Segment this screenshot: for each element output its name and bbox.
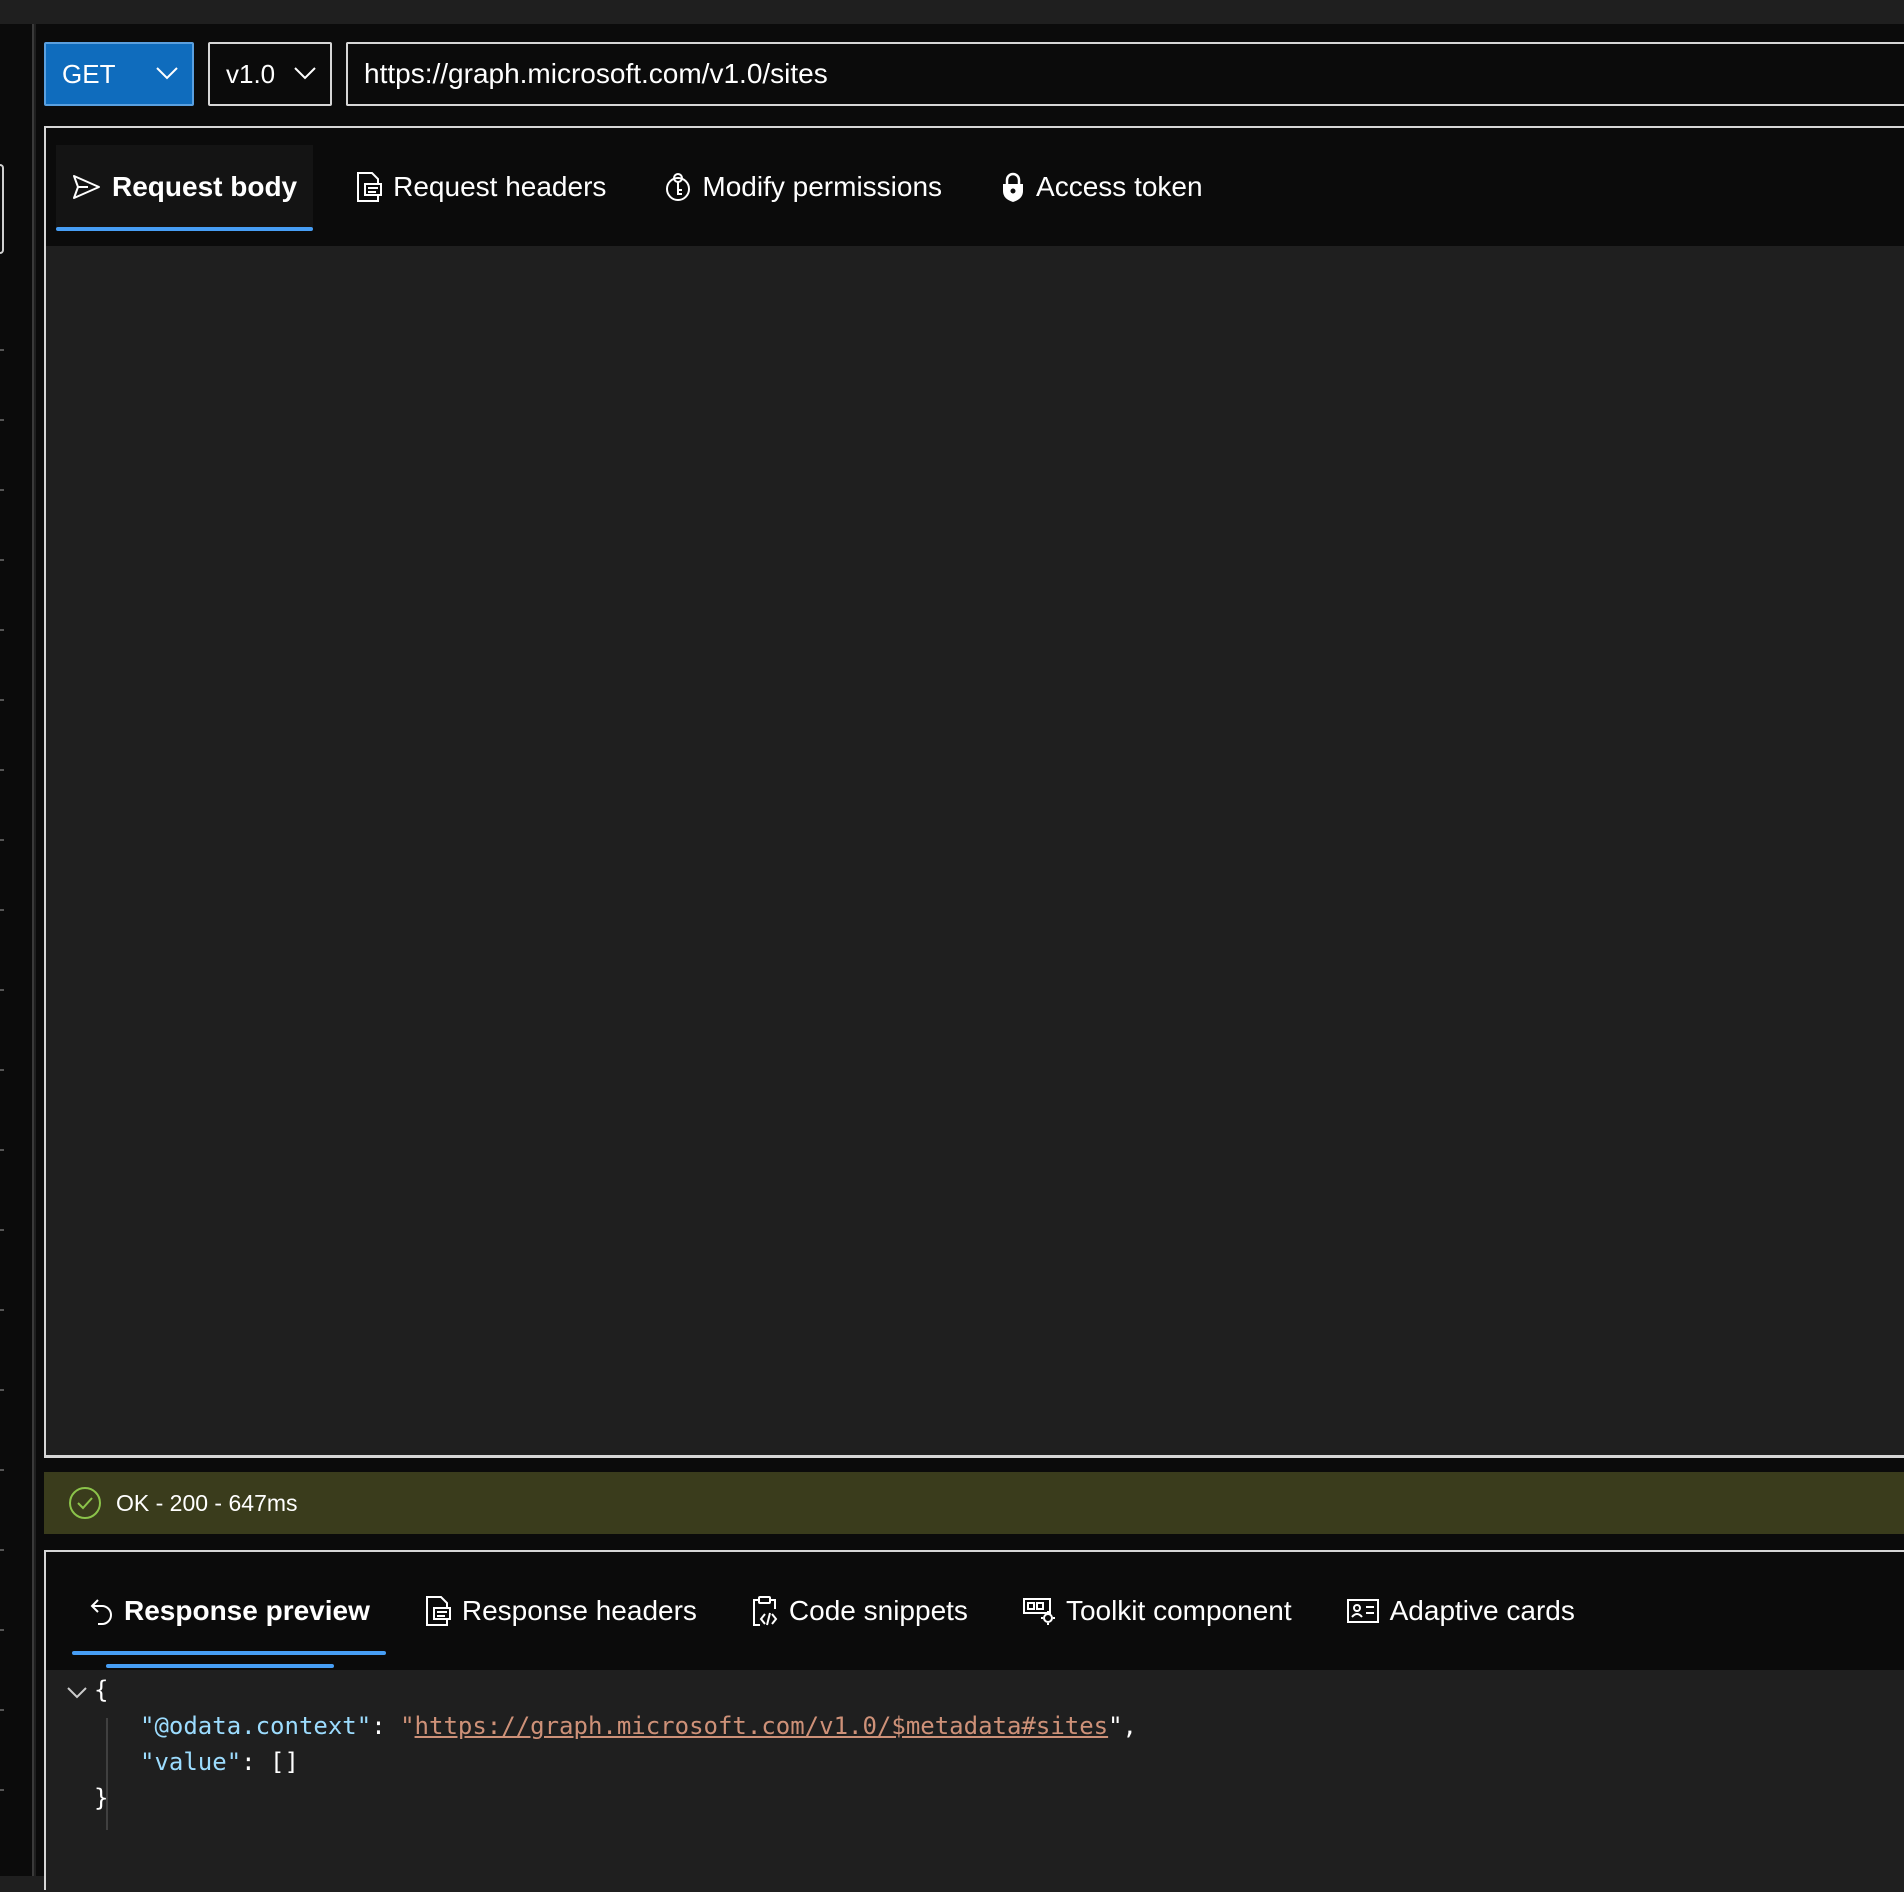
chevron-down-icon[interactable] <box>66 1686 88 1700</box>
graph-explorer-main: GET v1.0 https://graph.microsoft.com/v1.… <box>36 24 1904 1892</box>
shield-key-icon <box>666 173 691 201</box>
rail-divider <box>0 419 4 421</box>
response-panel: Response preview Response headers Code s… <box>44 1550 1904 1892</box>
chevron-down-icon <box>294 67 316 80</box>
tab-label: Toolkit component <box>1065 1595 1292 1626</box>
send-icon <box>73 175 100 199</box>
tab-request-headers[interactable]: Request headers <box>339 145 622 229</box>
rail-divider <box>0 1389 4 1391</box>
tab-request-body[interactable]: Request body <box>56 145 314 231</box>
rail-divider <box>0 489 4 491</box>
rail-divider <box>0 1309 4 1311</box>
rail-divider <box>0 1789 4 1791</box>
json-open-brace: { <box>94 1676 109 1704</box>
tab-adaptive-cards[interactable]: Adaptive cards <box>1330 1569 1591 1653</box>
indent-guide <box>106 1718 108 1830</box>
tab-code-snippets[interactable]: Code snippets <box>735 1569 984 1653</box>
tab-label: Modify permissions <box>702 171 943 202</box>
tab-label: Response preview <box>124 1595 370 1626</box>
sidebar-collapse-handle[interactable] <box>0 164 4 254</box>
tab-label: Code snippets <box>788 1595 968 1626</box>
tab-label: Request body <box>112 171 298 202</box>
http-method-dropdown[interactable]: GET <box>44 42 194 106</box>
query-url-input[interactable]: https://graph.microsoft.com/v1.0/sites <box>346 42 1904 106</box>
active-tab-indicator <box>106 1664 334 1668</box>
request-body-editor[interactable] <box>46 246 1904 1458</box>
toolkit-gear-icon <box>1022 1598 1055 1625</box>
rail-divider <box>0 349 4 351</box>
http-method-value: GET <box>62 58 116 89</box>
rail-divider <box>0 1229 4 1231</box>
tab-label: Adaptive cards <box>1389 1595 1575 1626</box>
json-key: "@odata.context" <box>140 1712 372 1740</box>
rail-divider <box>0 1629 4 1631</box>
lock-icon <box>1003 172 1024 202</box>
rail-divider <box>0 1709 4 1711</box>
rail-divider <box>0 699 4 701</box>
rail-divider <box>0 1069 4 1071</box>
rail-divider <box>0 1469 4 1471</box>
response-json-viewer: { "@odata.context": "https://graph.micro… <box>46 1670 1904 1892</box>
checkmark-circle-icon <box>69 1487 101 1519</box>
left-sidebar-rail <box>0 24 34 1876</box>
clipboard-code-icon <box>752 1596 778 1626</box>
document-list-icon <box>357 172 383 202</box>
tab-label: Access token <box>1036 171 1203 202</box>
undo-arrow-icon <box>90 1599 112 1625</box>
rail-divider <box>0 909 4 911</box>
rail-divider <box>0 839 4 841</box>
tab-label: Request headers <box>393 171 607 202</box>
json-key: "value" <box>140 1748 242 1776</box>
json-line-value: "value": [] <box>140 1748 299 1776</box>
tab-modify-permissions[interactable]: Modify permissions <box>648 145 958 229</box>
rail-divider <box>0 769 4 771</box>
tab-toolkit-component[interactable]: Toolkit component <box>1006 1569 1308 1653</box>
rail-divider <box>0 629 4 631</box>
rail-divider <box>0 989 4 991</box>
response-tab-list: Response preview Response headers Code s… <box>46 1552 1904 1670</box>
top-bar <box>0 0 1904 24</box>
tab-response-preview[interactable]: Response preview <box>72 1569 386 1655</box>
rail-divider <box>0 1549 4 1551</box>
json-close-brace: } <box>94 1784 109 1812</box>
json-link[interactable]: https://graph.microsoft.com/v1.0/$metada… <box>415 1712 1109 1740</box>
status-text: OK - 200 - 647ms <box>116 1489 298 1516</box>
api-version-value: v1.0 <box>226 58 276 89</box>
chevron-down-icon <box>156 67 178 80</box>
contact-card-icon <box>1346 1599 1379 1623</box>
response-status-bar: OK - 200 - 647ms <box>44 1472 1904 1534</box>
request-tab-list: Request body Request headers Modify perm… <box>46 128 1904 246</box>
rail-divider <box>0 559 4 561</box>
tab-response-headers[interactable]: Response headers <box>408 1569 713 1653</box>
tab-access-token[interactable]: Access token <box>984 145 1219 229</box>
tab-label: Response headers <box>461 1595 697 1626</box>
rail-divider <box>0 1149 4 1151</box>
query-url-value: https://graph.microsoft.com/v1.0/sites <box>364 58 828 89</box>
json-line-context: "@odata.context": "https://graph.microso… <box>140 1712 1138 1740</box>
api-version-dropdown[interactable]: v1.0 <box>208 42 332 106</box>
request-panel: Request body Request headers Modify perm… <box>44 126 1904 1458</box>
document-list-icon <box>425 1596 451 1626</box>
